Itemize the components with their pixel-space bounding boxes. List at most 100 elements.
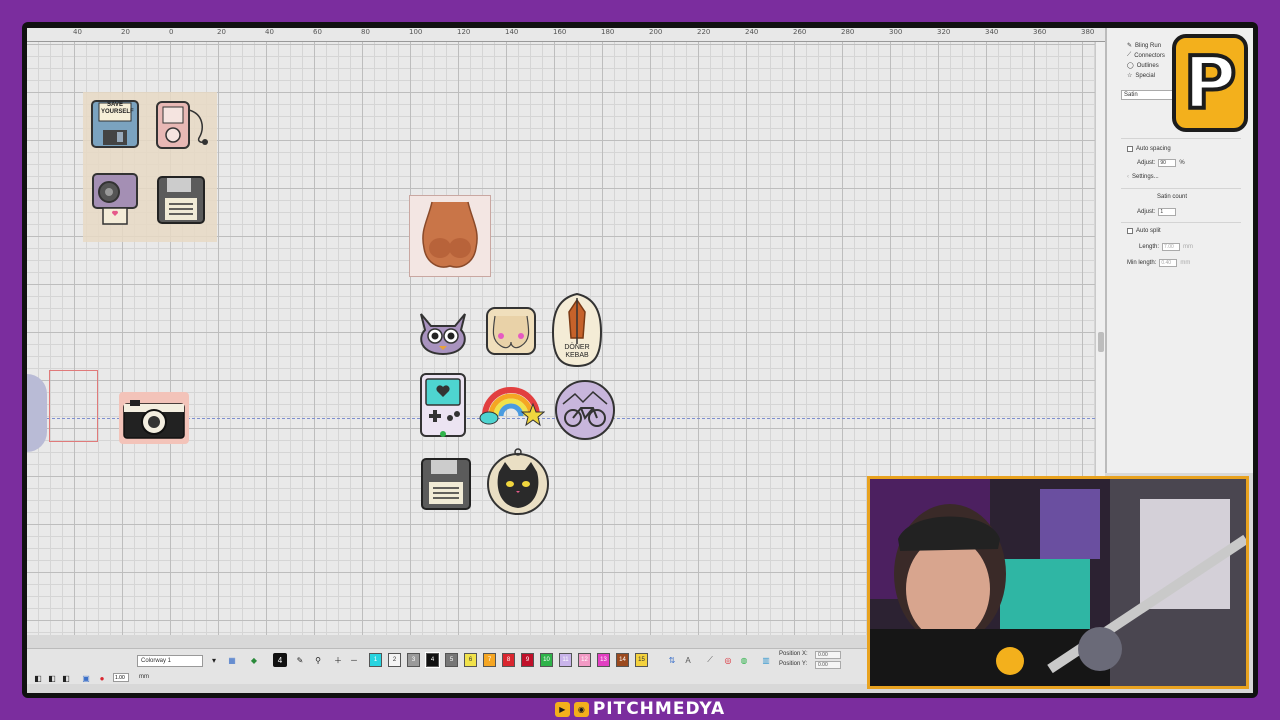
shape-icon[interactable]: ● — [95, 671, 109, 685]
palette-icon[interactable]: ◍ — [737, 653, 751, 667]
auto-split-checkbox[interactable]: Auto split — [1127, 228, 1161, 234]
stitch-type-select[interactable]: Satin — [1121, 90, 1177, 100]
measure-icon[interactable]: ⟋ — [703, 653, 717, 667]
ruler-label: 180 — [601, 28, 615, 36]
floppy-disk-patch[interactable] — [155, 174, 207, 226]
eyedropper-icon[interactable]: ⚲ — [311, 653, 325, 667]
thread-swatch-13[interactable]: 13 — [597, 653, 610, 667]
spool-icon[interactable]: ▥ — [759, 653, 773, 667]
bicycle-patch[interactable] — [553, 378, 617, 442]
thread-swatch-12[interactable]: 12 — [578, 653, 591, 667]
gameboy-patch[interactable] — [417, 370, 469, 440]
swatch-number: 8 — [506, 657, 511, 663]
length-field[interactable]: 7.00 — [1162, 243, 1181, 251]
ruler-label: 260 — [793, 28, 807, 36]
settings-button[interactable]: ‹ Settings... — [1127, 174, 1159, 180]
ruler-label: 280 — [841, 28, 855, 36]
object-item-outlines[interactable]: ◯ Outlines — [1127, 62, 1159, 70]
chest-patch[interactable] — [483, 304, 539, 358]
thread-swatch-4[interactable]: 4 — [425, 652, 440, 668]
satin-adjust-label: Adjust: — [1137, 209, 1156, 215]
view-icon[interactable]: ◧ — [45, 671, 59, 685]
shape-icon[interactable]: ▣ — [79, 671, 93, 685]
remove-icon[interactable]: － — [347, 653, 361, 667]
length-unit: mm — [1183, 244, 1194, 250]
thread-swatch-3[interactable]: 3 — [407, 653, 420, 667]
min-length-field[interactable]: 0.40 — [1159, 259, 1178, 267]
colorway-select[interactable]: Colorway 1 — [137, 655, 203, 667]
ruler-label: 40 — [265, 28, 274, 36]
mp3-player-patch[interactable] — [153, 98, 211, 152]
floppy-disk-patch-2[interactable] — [419, 456, 473, 512]
ruler-label: 320 — [937, 28, 951, 36]
min-length-unit: mm — [1180, 260, 1191, 266]
length-row: Length: 7.00 mm — [1139, 243, 1193, 251]
thread-swatch-9[interactable]: 9 — [521, 653, 534, 667]
sort-colors-icon[interactable]: ⇅ — [665, 653, 679, 667]
view-icon[interactable]: ◧ — [59, 671, 73, 685]
furby-patch[interactable] — [415, 304, 471, 358]
bling-run-icon: ✎ — [1127, 43, 1133, 49]
grid-icon[interactable]: ▦ — [225, 653, 239, 667]
rainbow-patch[interactable] — [479, 372, 545, 428]
black-cat-patch[interactable] — [485, 446, 551, 516]
thread-swatch-10[interactable]: 10 — [540, 653, 553, 667]
min-length-label: Min length: — [1127, 260, 1157, 266]
adjust-row: Adjust: 90% — [1137, 159, 1185, 167]
color-wheel-icon[interactable]: ◎ — [721, 653, 735, 667]
instagram-icon: ◉ — [573, 701, 589, 717]
ruler-label: 60 — [313, 28, 322, 36]
camera-patch[interactable] — [119, 392, 189, 444]
position-x-field[interactable]: 0.00 — [815, 651, 841, 659]
satin-adjust-field[interactable]: 1 — [1158, 208, 1177, 216]
thread-swatch-15[interactable]: 15 — [635, 653, 648, 667]
bucket-icon[interactable]: ◆ — [247, 653, 261, 667]
thread-swatch-1[interactable]: 1 — [369, 653, 382, 667]
object-item-connectors[interactable]: ⟋ Connectors — [1127, 52, 1165, 59]
length-label: Length: — [1139, 244, 1160, 250]
position-y-field[interactable]: 0.00 — [815, 661, 841, 669]
torso-patch-preview[interactable] — [409, 195, 491, 277]
add-icon[interactable]: ＋ — [331, 653, 345, 667]
swatch-number: 12 — [581, 657, 588, 663]
swatch-number: 11 — [562, 657, 569, 663]
object-item-special[interactable]: ☆ Special — [1127, 72, 1155, 80]
view-icon[interactable]: ◧ — [31, 671, 45, 685]
adjust-field[interactable]: 90 — [1158, 159, 1177, 167]
thread-swatch-7[interactable]: 7 — [483, 653, 496, 667]
swatch-number: 15 — [638, 657, 645, 663]
panel-divider — [1121, 222, 1241, 223]
position-y-label: Position Y: — [779, 661, 808, 667]
auto-spacing-label: Auto spacing — [1136, 146, 1171, 152]
thread-swatch-6[interactable]: 6 — [464, 653, 477, 667]
zoom-field[interactable]: 1.00 — [113, 673, 129, 682]
swatch-number: 1 — [373, 657, 378, 663]
thread-swatch-14[interactable]: 14 — [616, 653, 629, 667]
object-item-bling-run[interactable]: ✎ Bling Run — [1127, 42, 1162, 50]
thread-swatch-11[interactable]: 11 — [559, 653, 572, 667]
auto-spacing-checkbox[interactable]: Auto spacing — [1127, 146, 1171, 152]
polaroid-camera-patch[interactable] — [89, 170, 141, 228]
thread-swatch-8[interactable]: 8 — [502, 653, 515, 667]
logo-letter: P — [1182, 41, 1239, 125]
ruler-label: 360 — [1033, 28, 1047, 36]
swatch-number: 3 — [411, 657, 416, 663]
text-icon[interactable]: A — [681, 653, 695, 667]
star-icon: ☆ — [1127, 73, 1133, 79]
thread-swatch-5[interactable]: 5 — [445, 653, 458, 667]
object-label: Bling Run — [1135, 42, 1162, 49]
checkbox-icon — [1127, 228, 1133, 234]
selection-box — [49, 370, 98, 442]
swatch-number: 9 — [525, 657, 530, 663]
partial-patch-left[interactable] — [27, 374, 47, 452]
thread-swatch-2[interactable]: 2 — [388, 653, 401, 667]
auto-split-label: Auto split — [1136, 228, 1161, 234]
pen-icon[interactable]: ✎ — [293, 653, 307, 667]
thread-color-icon[interactable]: 4 — [273, 653, 287, 667]
scrollbar-thumb[interactable] — [1098, 332, 1104, 352]
satin-count-heading: Satin count — [1157, 194, 1187, 200]
swatch-number: 4 — [430, 657, 435, 663]
unit-label: mm — [139, 674, 149, 680]
swatch-number: 14 — [619, 657, 626, 663]
dropdown-icon[interactable]: ▾ — [207, 653, 221, 667]
